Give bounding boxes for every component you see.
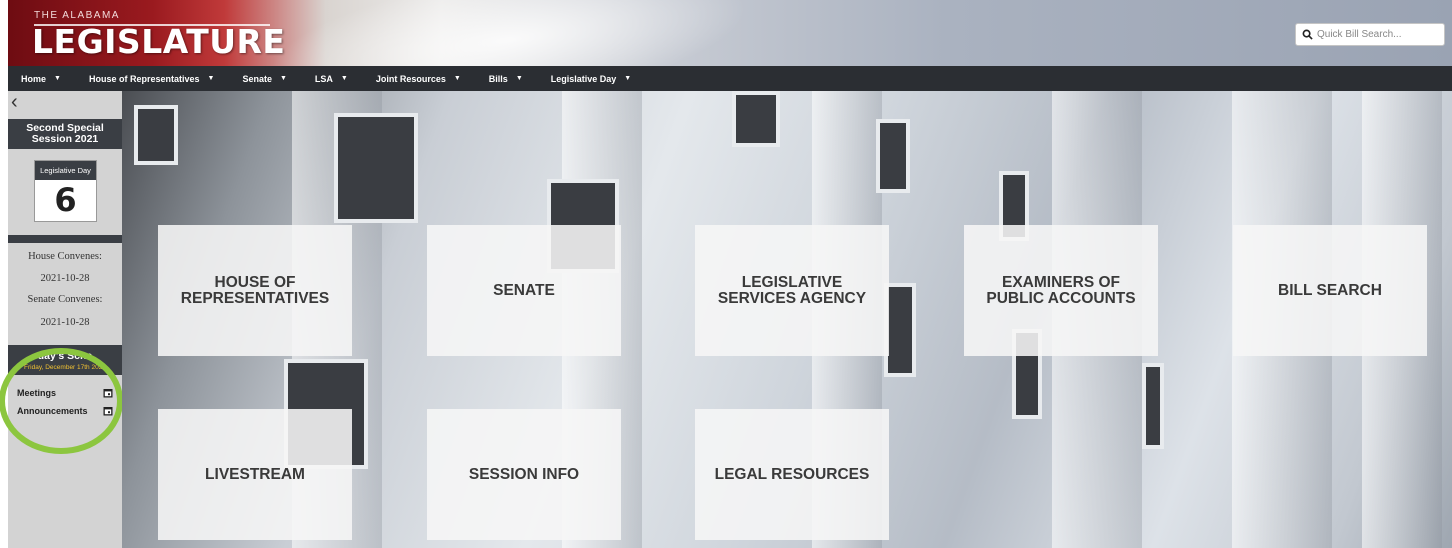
chevron-down-icon: ▼ [340,75,348,82]
tile-session-info[interactable]: SESSION INFO [427,409,621,540]
calendar-icon [103,407,113,416]
tile-label: LIVESTREAM [205,465,305,483]
tile-label: LEGISLATIVE [741,273,843,291]
tile-livestream[interactable]: LIVESTREAM [158,409,352,540]
nav-label: Senate [242,73,272,84]
tile-label: PUBLIC ACCOUNTS [986,289,1136,307]
todays-schedule-header: day's Sche Friday, December 17th 2021 [8,345,122,375]
capitol-hero: HOUSE OF REPRESENTATIVES SENATE LEGISLATI… [122,91,1452,548]
nav-house[interactable]: House of Representatives ▼ [75,74,228,84]
session-sidebar: ‹ Second Special Session 2021 Legislativ… [8,91,122,548]
tile-label: SERVICES AGENCY [717,289,867,307]
nav-senate[interactable]: Senate ▼ [228,74,300,84]
tile-label: EXAMINERS OF [1002,273,1120,291]
announcements-link[interactable]: Announcements [17,406,113,416]
nav-home[interactable]: Home ▼ [8,74,75,84]
window [334,113,418,223]
nav-bills[interactable]: Bills ▼ [475,74,537,84]
chevron-down-icon: ▼ [453,75,461,82]
meetings-link[interactable]: Meetings [17,388,113,398]
house-convenes-date: 2021-10-28 [40,273,90,284]
window [134,105,178,165]
nav-joint-resources[interactable]: Joint Resources ▼ [362,74,475,84]
sidebar-divider [8,235,122,243]
main-nav: Home ▼ House of Representatives ▼ Senate ▼ … [8,66,1452,91]
tile-examiners-of-public-accounts[interactable]: EXAMINERS OF PUBLIC ACCOUNTS [964,225,1158,356]
nav-label: Legislative Day [550,73,617,84]
nav-label: Bills [488,73,508,84]
legislative-day-label: Legislative Day [35,161,96,180]
chevron-down-icon: ▼ [515,75,523,82]
tile-label: HOUSE OF [214,273,296,291]
tile-label: REPRESENTATIVES [180,289,330,307]
session-title: Second Special Session 2021 [8,119,122,149]
tile-label: SESSION INFO [468,465,580,483]
site-header: THE ALABAMA LEGISLATURE [8,0,1452,66]
senate-convenes-label: Senate Convenes: [27,294,103,305]
tile-label: LEGAL RESOURCES [714,465,870,483]
nav-label: Joint Resources [375,73,446,84]
tile-legislative-services-agency[interactable]: LEGISLATIVE SERVICES AGENCY [695,225,889,356]
chevron-left-icon[interactable]: ‹ [11,92,18,112]
nav-lsa[interactable]: LSA ▼ [301,74,362,84]
announcements-label: Announcements [17,406,88,416]
chevron-down-icon: ▼ [54,75,61,82]
meetings-label: Meetings [17,388,57,398]
legislative-day-card: Legislative Day 6 [34,160,97,222]
search-input[interactable] [1317,29,1435,40]
site-logo[interactable]: LEGISLATURE [32,22,285,61]
nav-label: LSA [314,73,333,84]
chevron-down-icon: ▼ [279,75,287,82]
nav-label: House of Representatives [88,73,200,84]
chevron-down-icon: ▼ [624,75,632,82]
tile-bill-search[interactable]: BILL SEARCH [1233,225,1427,356]
window [1142,363,1164,449]
logo-subtitle: THE ALABAMA [34,10,120,21]
calendar-icon [103,389,113,398]
tile-legal-resources[interactable]: LEGAL RESOURCES [695,409,889,540]
window [732,91,780,147]
nav-legislative-day[interactable]: Legislative Day ▼ [537,74,645,84]
tile-label: SENATE [493,281,555,299]
search-icon [1302,29,1313,40]
nav-label: Home [21,73,47,84]
session-line-2: Session 2021 [31,133,99,145]
chevron-down-icon: ▼ [207,75,215,82]
tile-house-of-representatives[interactable]: HOUSE OF REPRESENTATIVES [158,225,352,356]
flag-shine [240,0,776,66]
schedule-title: day's Sche [37,350,93,362]
tile-senate[interactable]: SENATE [427,225,621,356]
house-convenes-label: House Convenes: [28,251,102,262]
senate-convenes-date: 2021-10-28 [40,317,90,328]
legislative-day-number: 6 [54,181,77,219]
quick-bill-search[interactable] [1295,23,1445,46]
tile-label: BILL SEARCH [1278,281,1382,299]
window [876,119,910,193]
schedule-date: Friday, December 17th 2021 [24,364,106,371]
